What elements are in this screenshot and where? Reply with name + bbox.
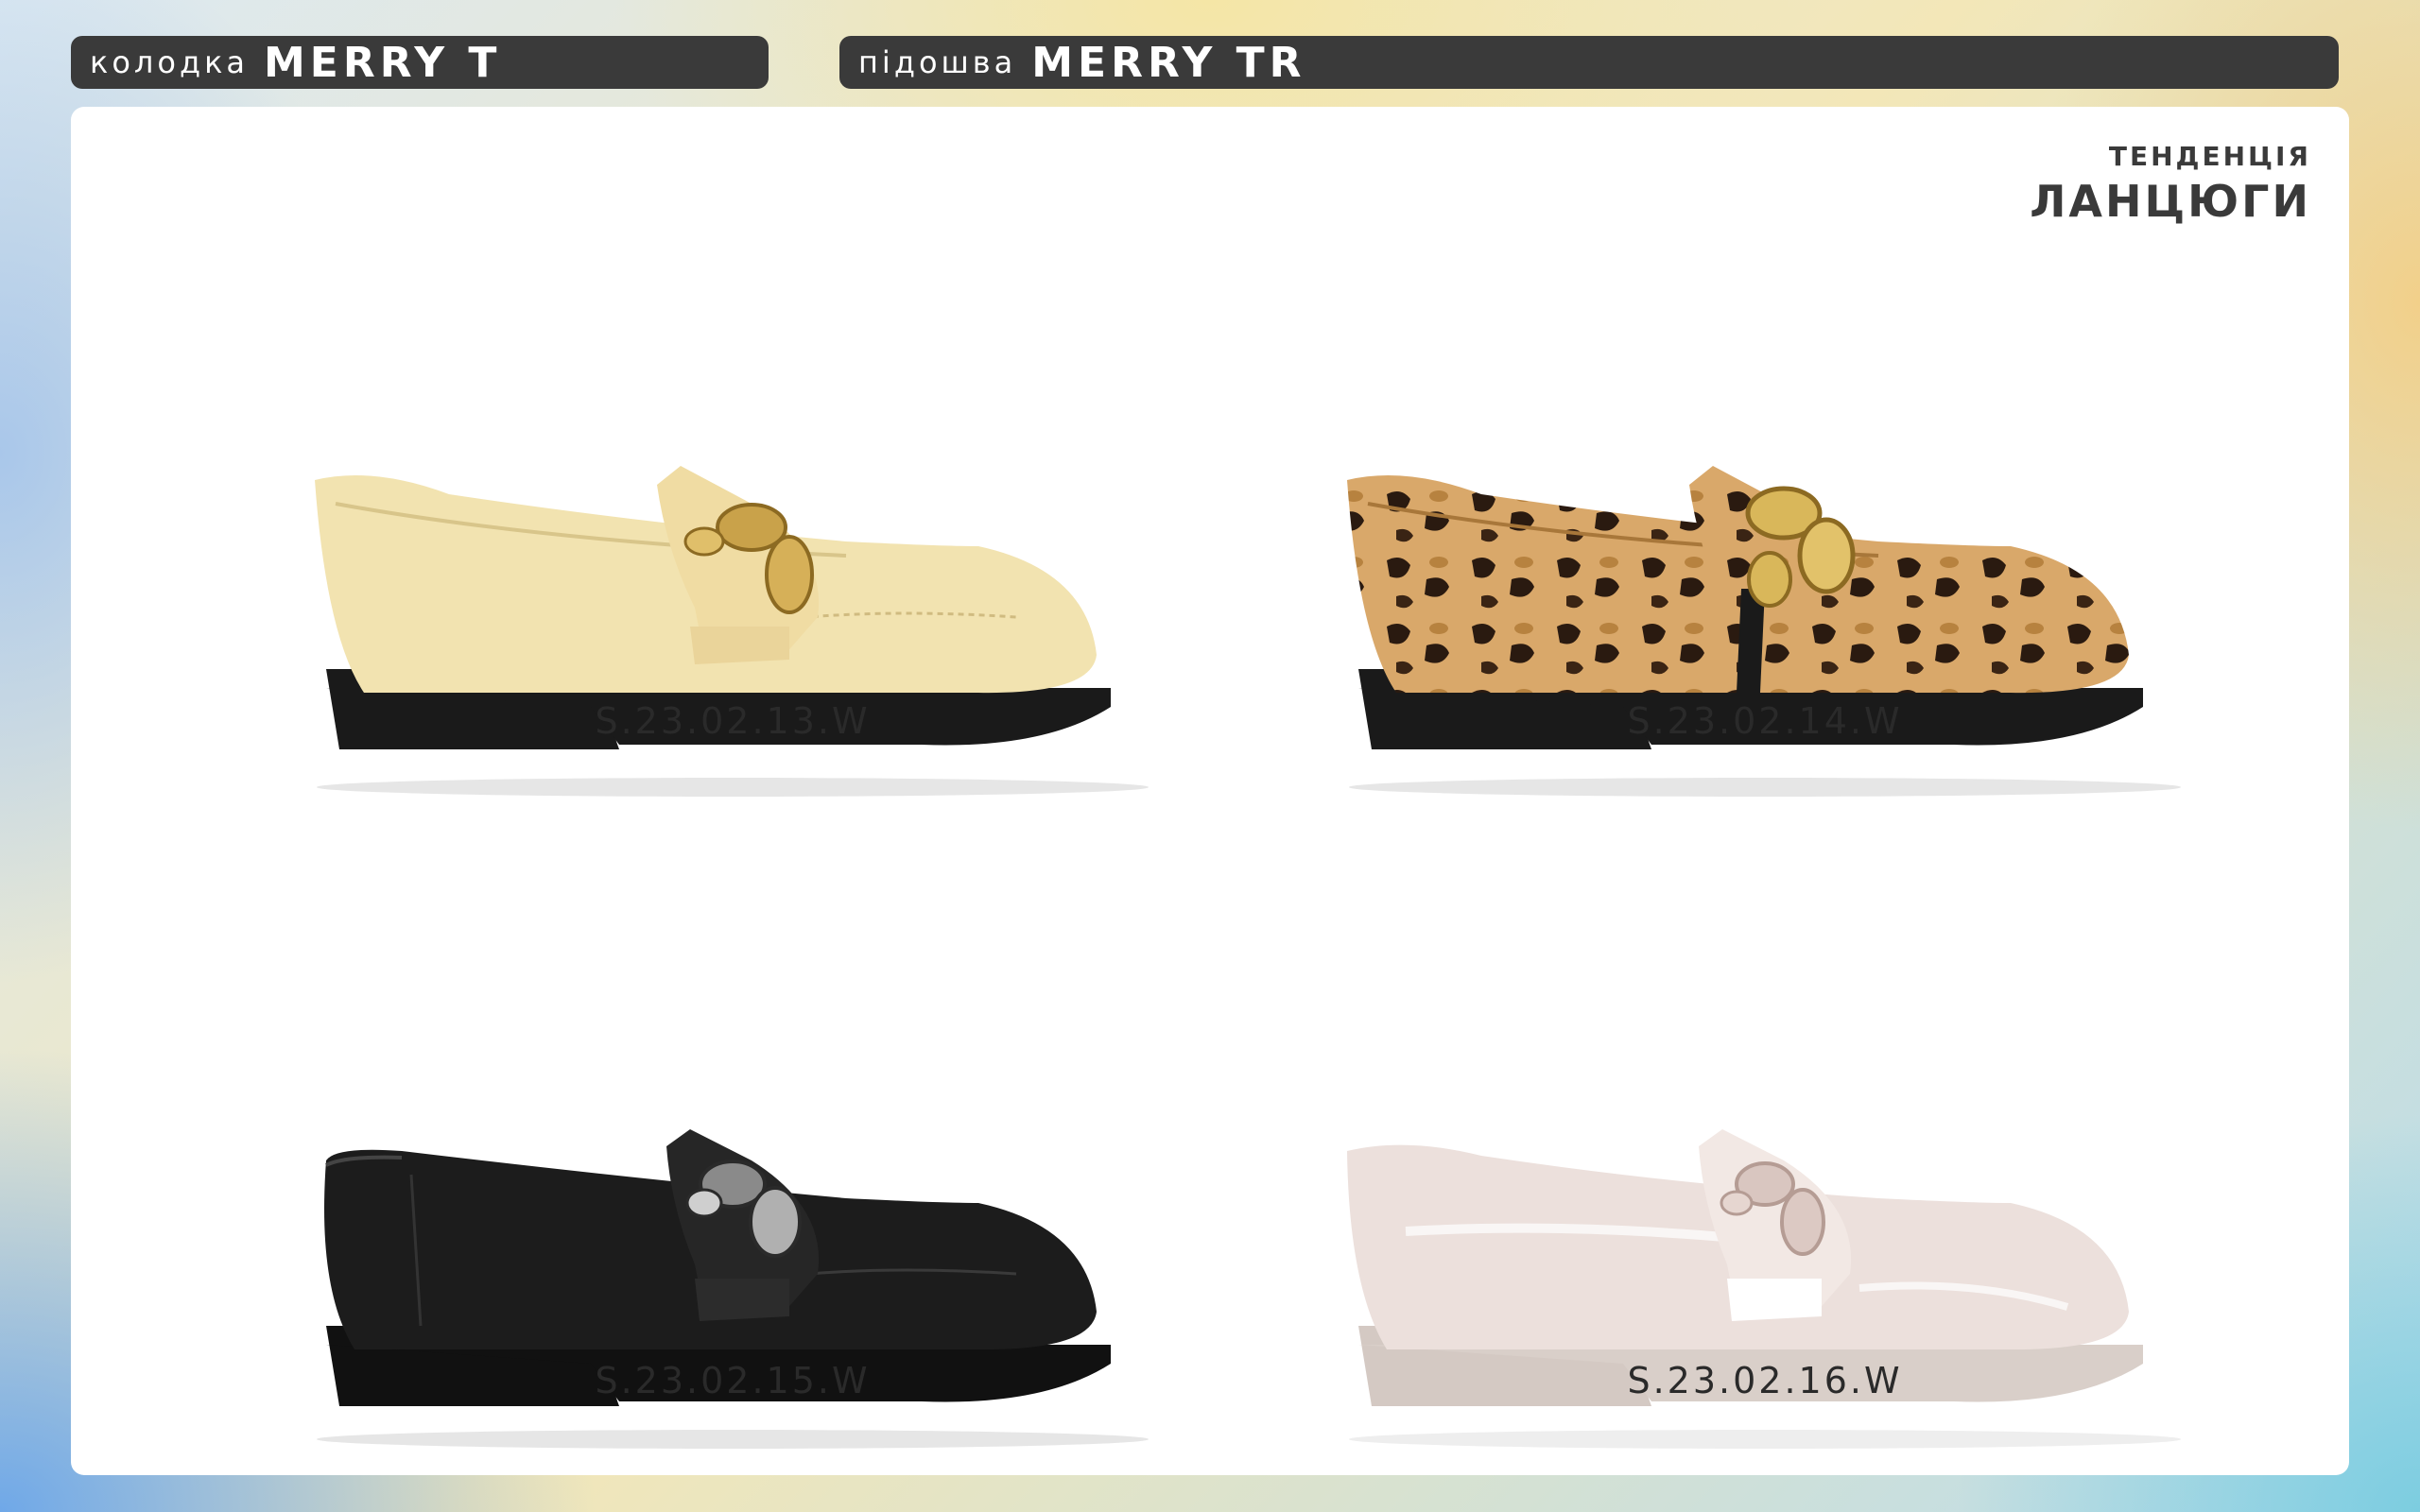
trend-label: ТЕНДЕНЦІЯ xyxy=(2108,141,2311,172)
product-image-cream-loafer xyxy=(260,352,1205,825)
last-tag: колодка MERRY T xyxy=(71,36,769,89)
trend-block: ТЕНДЕНЦІЯ ЛАНЦЮГИ xyxy=(2030,141,2311,227)
product-sku: S.23.02.15.W xyxy=(595,1360,871,1401)
product-image-black-loafer xyxy=(260,1005,1205,1477)
product-image-powder-loafer xyxy=(1292,1005,2238,1477)
sole-tag: підошва MERRY TR xyxy=(839,36,2339,89)
last-value: MERRY T xyxy=(264,38,502,87)
product-sku: S.23.02.16.W xyxy=(1627,1360,1903,1401)
product-sku: S.23.02.13.W xyxy=(595,700,871,742)
last-label: колодка xyxy=(90,44,249,80)
trend-value: ЛАНЦЮГИ xyxy=(2030,176,2311,227)
product-image-leopard-loafer xyxy=(1292,352,2238,825)
catalog-panel: ТЕНДЕНЦІЯ ЛАНЦЮГИ S.23.02.13.W S.23.02.1… xyxy=(71,107,2349,1475)
sole-label: підошва xyxy=(858,44,1017,80)
product-sku: S.23.02.14.W xyxy=(1627,700,1903,742)
sole-value: MERRY TR xyxy=(1031,38,1306,87)
